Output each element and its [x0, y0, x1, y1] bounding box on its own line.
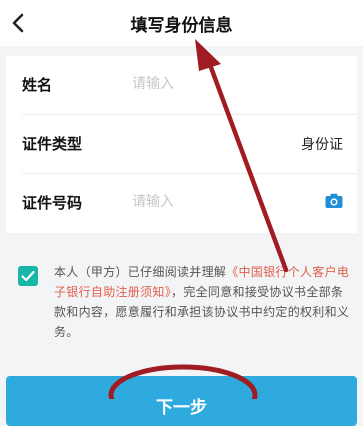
- identity-form: 姓名 证件类型 身份证 证件号码: [6, 56, 357, 233]
- name-label: 姓名: [22, 76, 53, 94]
- agreement-text-prefix: 本人（甲方）已仔细阅读并理解: [54, 265, 227, 279]
- id-number-row: 证件号码: [6, 174, 357, 232]
- name-input[interactable]: [132, 73, 282, 95]
- id-type-label: 证件类型: [22, 135, 83, 153]
- agreement-section: 本人（甲方）已仔细阅读并理解《中国银行个人客户电子银行自助注册须知》，完全同意和…: [16, 262, 349, 342]
- checkmark-icon: [21, 270, 35, 282]
- name-row: 姓名: [6, 56, 357, 114]
- camera-icon: [325, 193, 343, 208]
- agreement-text: 本人（甲方）已仔细阅读并理解《中国银行个人客户电子银行自助注册须知》，完全同意和…: [54, 262, 350, 342]
- id-number-label: 证件号码: [22, 194, 83, 212]
- next-button[interactable]: 下一步: [6, 376, 357, 426]
- agreement-checkbox[interactable]: [18, 266, 38, 286]
- header-bar: 填写身份信息: [0, 0, 363, 46]
- id-type-row[interactable]: 证件类型 身份证: [6, 115, 357, 173]
- scan-id-button[interactable]: [323, 190, 345, 212]
- id-type-value: 身份证: [301, 137, 343, 153]
- id-number-input[interactable]: [132, 191, 282, 213]
- page-title: 填写身份信息: [130, 16, 233, 36]
